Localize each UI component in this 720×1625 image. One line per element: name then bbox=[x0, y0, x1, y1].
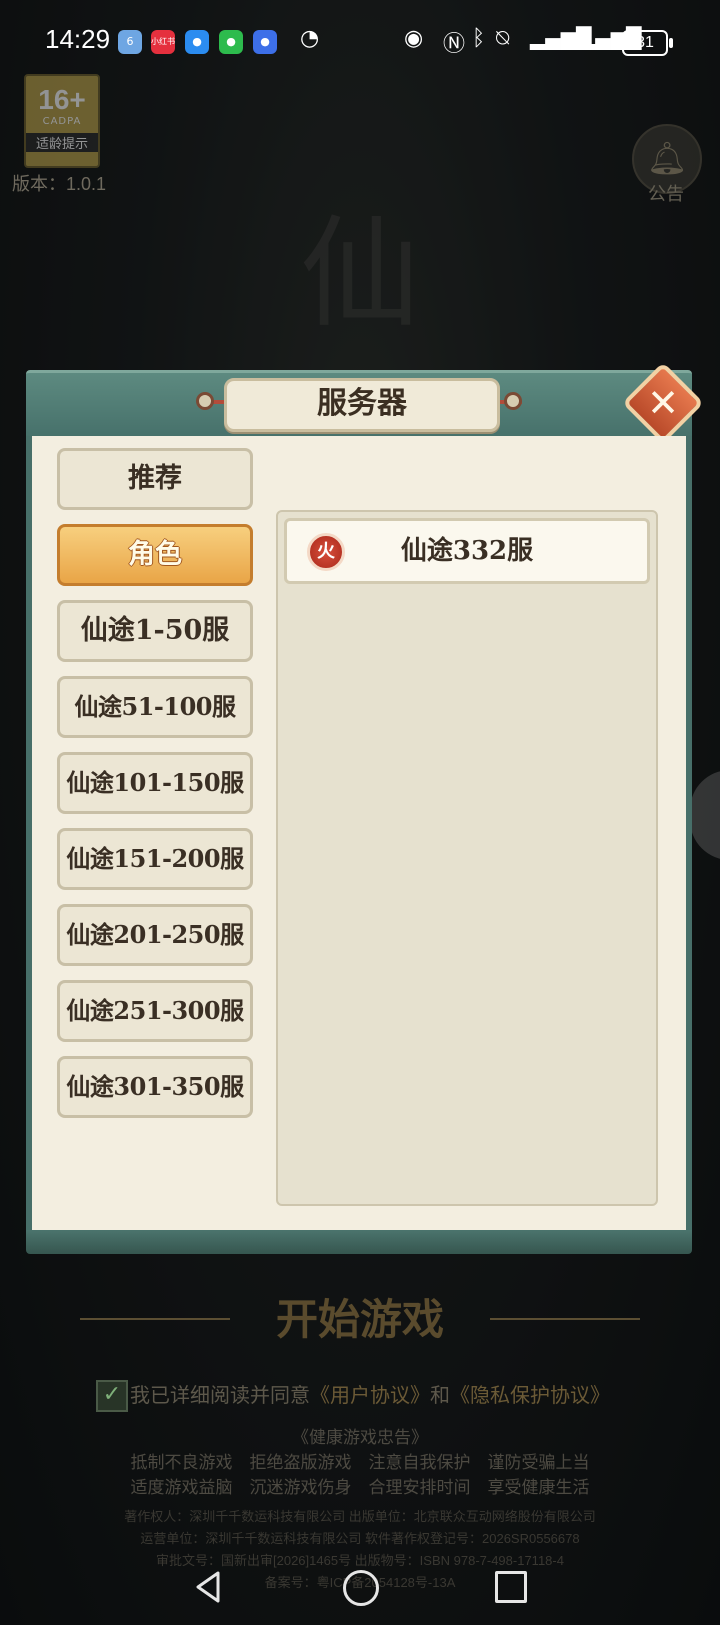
eye-icon: ◉ bbox=[404, 26, 424, 51]
server-name: 仙途332服 bbox=[400, 536, 534, 566]
dialog-title: 服务器 bbox=[224, 378, 500, 432]
notice-button[interactable]: 🔔︎ 公告 bbox=[632, 124, 702, 205]
tab-server-101-150[interactable]: 仙途101-150服 bbox=[57, 752, 253, 814]
age-rating-tip: 适龄提示 bbox=[26, 133, 98, 152]
tab-server-201-250[interactable]: 仙途201-250服 bbox=[57, 904, 253, 966]
version-label: 版本：1.0.1 bbox=[12, 174, 107, 194]
status-bar: 14:29 6 小红书 ● ● ● ◔ ◉ Ⓝ ᛒ ⍉ ▂▄▆█ ▂▄▆█ 31 bbox=[0, 0, 720, 84]
nav-recent-icon[interactable] bbox=[495, 1571, 527, 1603]
message-icon: ● bbox=[185, 30, 209, 54]
agreement-text: 我已详细阅读并同意《用户协议》和《隐私保护协议》 bbox=[130, 1378, 610, 1412]
server-item[interactable]: 火 仙途332服 bbox=[284, 518, 650, 584]
bell-mute-icon: ⍉ bbox=[496, 26, 510, 51]
tab-server-151-200[interactable]: 仙途151-200服 bbox=[57, 828, 253, 890]
nfc-icon: Ⓝ bbox=[443, 32, 466, 57]
app-6-icon: 6 bbox=[118, 30, 142, 54]
bluetooth-icon: ᛒ bbox=[472, 26, 486, 51]
age-rating-number: 16+ bbox=[38, 84, 86, 115]
tab-server-301-350[interactable]: 仙途301-350服 bbox=[57, 1056, 253, 1118]
age-rating-org: CADPA bbox=[42, 116, 82, 127]
agree-checkbox[interactable]: ✓ bbox=[96, 1380, 128, 1412]
close-icon[interactable]: ✕ bbox=[634, 374, 692, 432]
health-line-1: 抵制不良游戏 拒绝盗版游戏 注意自我保护 谨防受骗上当 bbox=[130, 1453, 590, 1473]
dialog-footer bbox=[26, 1230, 692, 1254]
divider-left bbox=[80, 1318, 230, 1320]
battery-icon: 31 bbox=[622, 30, 673, 56]
privacy-agreement-link[interactable]: 《隐私保护协议》 bbox=[450, 1383, 610, 1407]
wechat-icon: ● bbox=[219, 30, 243, 54]
tab-recommended[interactable]: 推荐 bbox=[57, 448, 253, 510]
fire-status-icon: 火 bbox=[307, 533, 345, 571]
divider-right bbox=[490, 1318, 640, 1320]
copyright-line-1: 著作权人：深圳千千数运科技有限公司 出版单位：北京联众互动网络股份有限公司 bbox=[124, 1509, 596, 1524]
agreement-prefix: 我已详细阅读并同意 bbox=[130, 1383, 310, 1407]
nav-home-icon[interactable] bbox=[343, 1570, 379, 1606]
start-game-button[interactable]: 开始游戏 bbox=[260, 1290, 460, 1350]
agreement-and: 和 bbox=[430, 1383, 450, 1407]
health-title: 《健康游戏忠告》 bbox=[292, 1428, 428, 1448]
nav-back-icon[interactable] bbox=[192, 1570, 226, 1604]
tab-role[interactable]: 角色 bbox=[57, 524, 253, 586]
copyright-line-2: 运营单位：深圳千千数运科技有限公司 软件著作权登记号：2026SR0556678 bbox=[140, 1531, 580, 1546]
agreement-row: ✓ 我已详细阅读并同意《用户协议》和《隐私保护协议》 bbox=[96, 1378, 656, 1414]
user-agreement-link[interactable]: 《用户协议》 bbox=[310, 1383, 430, 1407]
tab-server-1-50[interactable]: 仙途1-50服 bbox=[57, 600, 253, 662]
health-line-2: 适度游戏益脑 沉迷游戏伤身 合理安排时间 享受健康生活 bbox=[130, 1478, 590, 1498]
copyright-line-3: 审批文号：国新出审[2026]1465号 出版物号：ISBN 978-7-498… bbox=[156, 1553, 564, 1568]
notice-label: 公告 bbox=[648, 184, 684, 205]
start-game-row: 开始游戏 bbox=[0, 1290, 720, 1350]
blue-app-icon: ● bbox=[253, 30, 277, 54]
knot-right-decoration bbox=[504, 392, 522, 410]
tab-server-251-300[interactable]: 仙途251-300服 bbox=[57, 980, 253, 1042]
xiaohongshu-icon: 小红书 bbox=[151, 30, 175, 54]
status-time: 14:29 bbox=[45, 24, 111, 54]
server-dialog: 服务器 ✕ 推荐 角色 仙途1-50服 仙途51-100服 仙途101-150服… bbox=[26, 361, 705, 1254]
knot-left-decoration bbox=[196, 392, 214, 410]
server-list-panel: 火 仙途332服 bbox=[276, 510, 658, 1206]
age-rating-badge[interactable]: 16+ CADPA 适龄提示 bbox=[24, 74, 100, 168]
dialog-body: 推荐 角色 仙途1-50服 仙途51-100服 仙途101-150服 仙途151… bbox=[26, 436, 692, 1236]
health-advice: 《健康游戏忠告》 抵制不良游戏 拒绝盗版游戏 注意自我保护 谨防受骗上当 适度游… bbox=[0, 1426, 720, 1501]
timer-icon: ◔ bbox=[300, 26, 320, 51]
tab-server-51-100[interactable]: 仙途51-100服 bbox=[57, 676, 253, 738]
